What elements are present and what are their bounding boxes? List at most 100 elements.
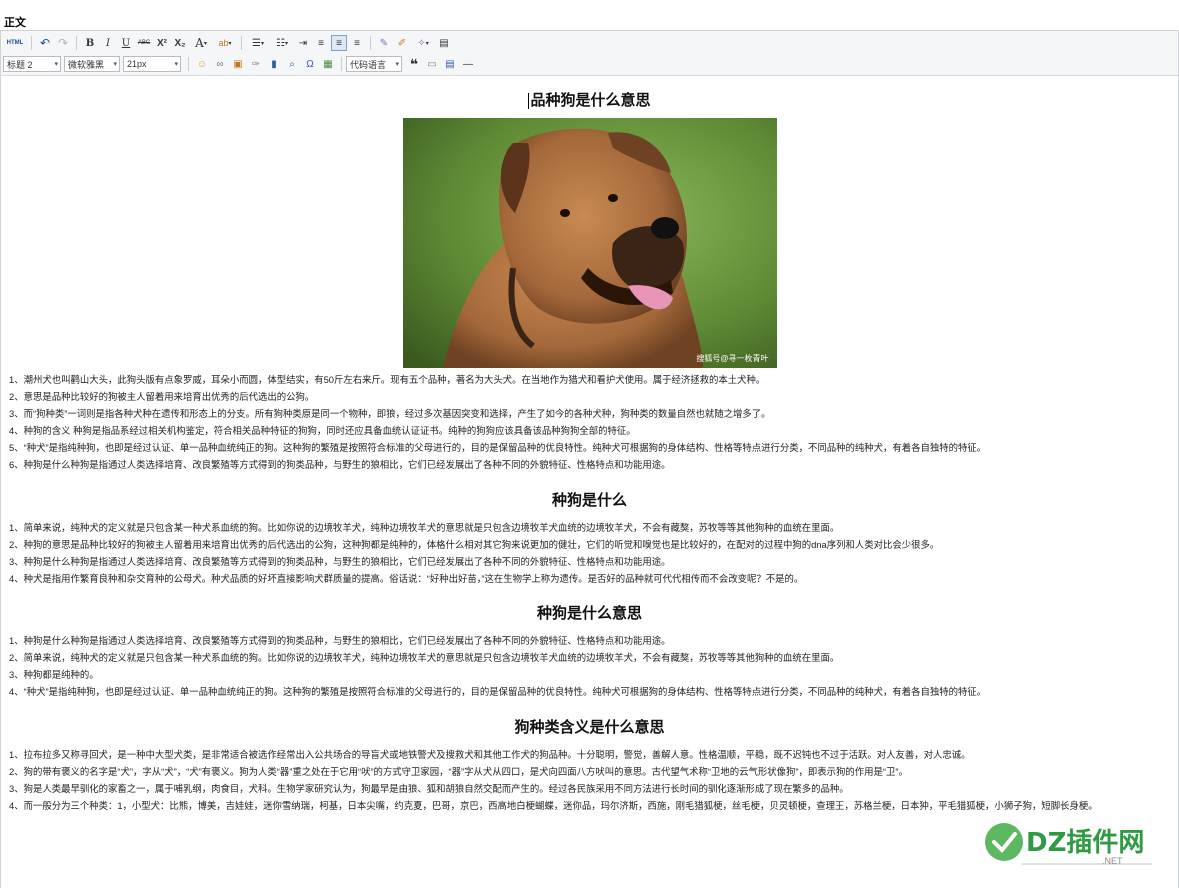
highlight-color-button[interactable]: ab ▾ xyxy=(214,35,236,51)
font-color-label: A xyxy=(195,36,204,50)
undo-button[interactable]: ↶ xyxy=(37,35,53,51)
chevron-down-icon: ▾ xyxy=(284,40,288,47)
article-paragraph: 4、种犬是指用作繁育良种和杂交育种的公母犬。种犬品质的好坏直接影响犬群质量的提高… xyxy=(9,573,804,584)
unordered-list-button[interactable]: ☷ ▾ xyxy=(271,35,293,51)
toolbar-separator xyxy=(370,36,371,50)
indent-icon: ⇥ xyxy=(298,37,308,49)
paragraph-list: 1、种狗是什么种狗是指通过人类选择培育、改良繁殖等方式得到的狗类品种，与野生的狼… xyxy=(9,634,1170,699)
html-source-button[interactable]: HTML xyxy=(4,35,26,51)
article-paragraph: 2、种狗的意思是品种比较好的狗被主人留着用来培育出优秀的后代选出的公狗，这种狗都… xyxy=(9,539,940,550)
article-paragraph: 2、简单来说，纯种犬的定义就是只包含某一种犬系血统的狗。比如你说的边境牧羊犬，纯… xyxy=(9,652,840,663)
section-heading: 品种狗是什么意思 xyxy=(9,89,1170,110)
toolbar-row-2: 标题 2 ▾ 微软雅黑 ▾ 21px ▾ ☺ ∞ ▣ ✑ ▮ ⌕ Ω ▦ 代码语言 ▾ … xyxy=(3,54,477,74)
rich-text-editor: HTML ↶ ↷ B I U ABC X² X₂ A ▾ ab ▾ ☰ ▾ ☷ ▾ ⇥ … xyxy=(0,30,1179,888)
horizontal-rule-icon: — xyxy=(463,58,473,70)
chevron-down-icon: ▾ xyxy=(395,61,399,68)
table-button[interactable]: ▤ xyxy=(442,56,458,72)
magic-wand-icon: ✧ xyxy=(417,37,426,49)
font-family-select[interactable]: 微软雅黑 ▾ xyxy=(64,56,120,72)
toolbar-separator xyxy=(76,36,77,50)
image-icon: ▣ xyxy=(233,58,243,70)
code-language-select-value: 代码语言 xyxy=(350,59,387,70)
emoji-button[interactable]: ☺ xyxy=(194,56,210,72)
align-center-button[interactable]: ≡ xyxy=(331,35,347,51)
subscript-button[interactable]: X₂ xyxy=(172,35,188,51)
redo-button[interactable]: ↷ xyxy=(55,35,71,51)
dog-image-illustration xyxy=(402,118,777,368)
chevron-down-icon: ▾ xyxy=(174,61,178,68)
align-right-button[interactable]: ≡ xyxy=(349,35,365,51)
section-heading: 狗种类含义是什么意思 xyxy=(514,718,665,736)
editor-content-area[interactable]: 品种狗是什么意思 搜狐号@寻一枚青叶 1、潮州犬也叫鹳山大头，此狗头版有点象罗威… xyxy=(1,76,1178,888)
format-brush-button[interactable]: ✐ xyxy=(394,35,410,51)
image-button[interactable]: ▣ xyxy=(230,56,246,72)
strikethrough-button[interactable]: ABC xyxy=(136,35,152,51)
align-center-icon: ≡ xyxy=(336,37,342,49)
chevron-down-icon: ▾ xyxy=(203,39,207,47)
magic-format-button[interactable]: ✧ ▾ xyxy=(412,35,434,51)
eraser-icon: ✎ xyxy=(379,37,389,49)
image-watermark: 搜狐号@寻一枚青叶 xyxy=(696,354,769,363)
media-icon: ▦ xyxy=(323,58,333,70)
paperclip-button[interactable]: ⌕ xyxy=(284,56,300,72)
article-paragraph: 3、种狗是什么种狗是指通过人类选择培育、改良繁殖等方式得到的狗类品种，与野生的狼… xyxy=(9,556,671,567)
heading-select[interactable]: 标题 2 ▾ xyxy=(3,56,61,72)
blockquote-button[interactable]: ❝ xyxy=(406,56,422,72)
attachment-button[interactable]: ✑ xyxy=(248,56,264,72)
align-left-button[interactable]: ≡ xyxy=(313,35,329,51)
dog-photo[interactable]: 搜狐号@寻一枚青叶 xyxy=(402,118,777,368)
section-heading-text: 品种狗是什么意思 xyxy=(530,91,651,109)
brush-icon: ✑ xyxy=(251,58,261,70)
article-paragraph: 1、简单来说，纯种犬的定义就是只包含某一种犬系血统的狗。比如你说的边境牧羊犬，纯… xyxy=(9,522,840,533)
article-paragraph: 5、“种犬”是指纯种狗，也即是经过认证、单一品种血统纯正的狗。这种狗的繁殖是按照… xyxy=(9,442,987,453)
heading-select-value: 标题 2 xyxy=(7,59,33,70)
article-paragraph: 4、“种犬”是指纯种狗，也即是经过认证、单一品种血统纯正的狗。这种狗的繁殖是按照… xyxy=(9,686,987,697)
toolbar-row-1: HTML ↶ ↷ B I U ABC X² X₂ A ▾ ab ▾ ☰ ▾ ☷ ▾ ⇥ … xyxy=(3,33,453,53)
indent-button[interactable]: ⇥ xyxy=(295,35,311,51)
code-block-button[interactable]: ▭ xyxy=(424,56,440,72)
article-section: 品种狗是什么意思 搜狐号@寻一枚青叶 1、潮州犬也叫鹳山大头，此狗头版有点象罗威… xyxy=(9,76,1170,472)
chevron-down-icon: ▾ xyxy=(260,40,264,47)
article-paragraph: 6、种狗是什么种狗是指通过人类选择培育、改良繁殖等方式得到的狗类品种，与野生的狼… xyxy=(9,459,671,470)
table-icon: ▤ xyxy=(445,58,455,70)
highlighter-icon: ab xyxy=(218,38,229,48)
section-heading: 种狗是什么 xyxy=(551,491,627,509)
article-paragraph: 4、而一般分为三个种类：1，小型犬：比熊，博美，吉娃娃，迷你雪纳瑞，柯基，日本尖… xyxy=(9,800,1098,811)
paragraph-list: 1、潮州犬也叫鹳山大头，此狗头版有点象罗威，耳朵小而圆，体型结实，有50斤左右来… xyxy=(9,373,1170,472)
italic-button[interactable]: I xyxy=(100,35,116,51)
article-paragraph: 3、狗是人类最早驯化的家畜之一，属于哺乳纲，肉食目，犬科。生物学家研究认为，狗最… xyxy=(9,783,849,794)
article-section: 狗种类含义是什么意思 1、拉布拉多又称寻回犬，是一种中大型犬类，是非常适合被选作… xyxy=(9,702,1170,813)
dz-brand-text: DZ插件网 xyxy=(1026,828,1145,858)
special-char-button[interactable]: Ω xyxy=(302,56,318,72)
article-paragraph: 2、意思是品种比较好的狗被主人留着用来培育出优秀的后代选出的公狗。 xyxy=(9,391,315,402)
chevron-down-icon: ▾ xyxy=(425,40,429,47)
chevron-down-icon: ▾ xyxy=(228,40,232,47)
unordered-list-icon: ☷ xyxy=(276,37,285,49)
superscript-button[interactable]: X² xyxy=(154,35,170,51)
article-paragraph: 1、种狗是什么种狗是指通过人类选择培育、改良繁殖等方式得到的狗类品种，与野生的狼… xyxy=(9,635,671,646)
dz-domain-text: .NET xyxy=(1102,856,1123,866)
eraser-button[interactable]: ✎ xyxy=(376,35,392,51)
code-language-select[interactable]: 代码语言 ▾ xyxy=(346,56,402,72)
link-icon: ∞ xyxy=(216,58,224,70)
article-paragraph: 2、狗的带有褒义的名字是“犬”，字从“犬”，“犬”有褒义。狗为人类“器”重之处在… xyxy=(9,766,908,777)
paragraph-list: 1、简单来说，纯种犬的定义就是只包含某一种犬系血统的狗。比如你说的边境牧羊犬，纯… xyxy=(9,521,1170,586)
article-paragraph: 3、而“狗种类”一词则是指各种犬种在遗传和形态上的分支。所有狗种类原是同一个物种… xyxy=(9,408,771,419)
article-paragraph: 3、种狗都是纯种的。 xyxy=(9,669,99,680)
link-button[interactable]: ∞ xyxy=(212,56,228,72)
bold-button[interactable]: B xyxy=(82,35,98,51)
underline-button[interactable]: U xyxy=(118,35,134,51)
paste-text-button[interactable]: ▤ xyxy=(436,35,452,51)
file-button[interactable]: ▮ xyxy=(266,56,282,72)
quote-icon: ❝ xyxy=(409,55,419,72)
font-size-select[interactable]: 21px ▾ xyxy=(123,56,181,72)
horizontal-rule-button[interactable]: — xyxy=(460,56,476,72)
ordered-list-button[interactable]: ☰ ▾ xyxy=(247,35,269,51)
media-button[interactable]: ▦ xyxy=(320,56,336,72)
paragraph-list: 1、拉布拉多又称寻回犬，是一种中大型犬类，是非常适合被选作经常出入公共场合的导盲… xyxy=(9,748,1170,813)
font-family-select-value: 微软雅黑 xyxy=(68,59,105,70)
editor-toolbar: HTML ↶ ↷ B I U ABC X² X₂ A ▾ ab ▾ ☰ ▾ ☷ ▾ ⇥ … xyxy=(1,31,1178,76)
font-color-button[interactable]: A ▾ xyxy=(190,35,212,51)
clipboard-icon: ▤ xyxy=(439,37,449,49)
align-left-icon: ≡ xyxy=(318,37,324,49)
